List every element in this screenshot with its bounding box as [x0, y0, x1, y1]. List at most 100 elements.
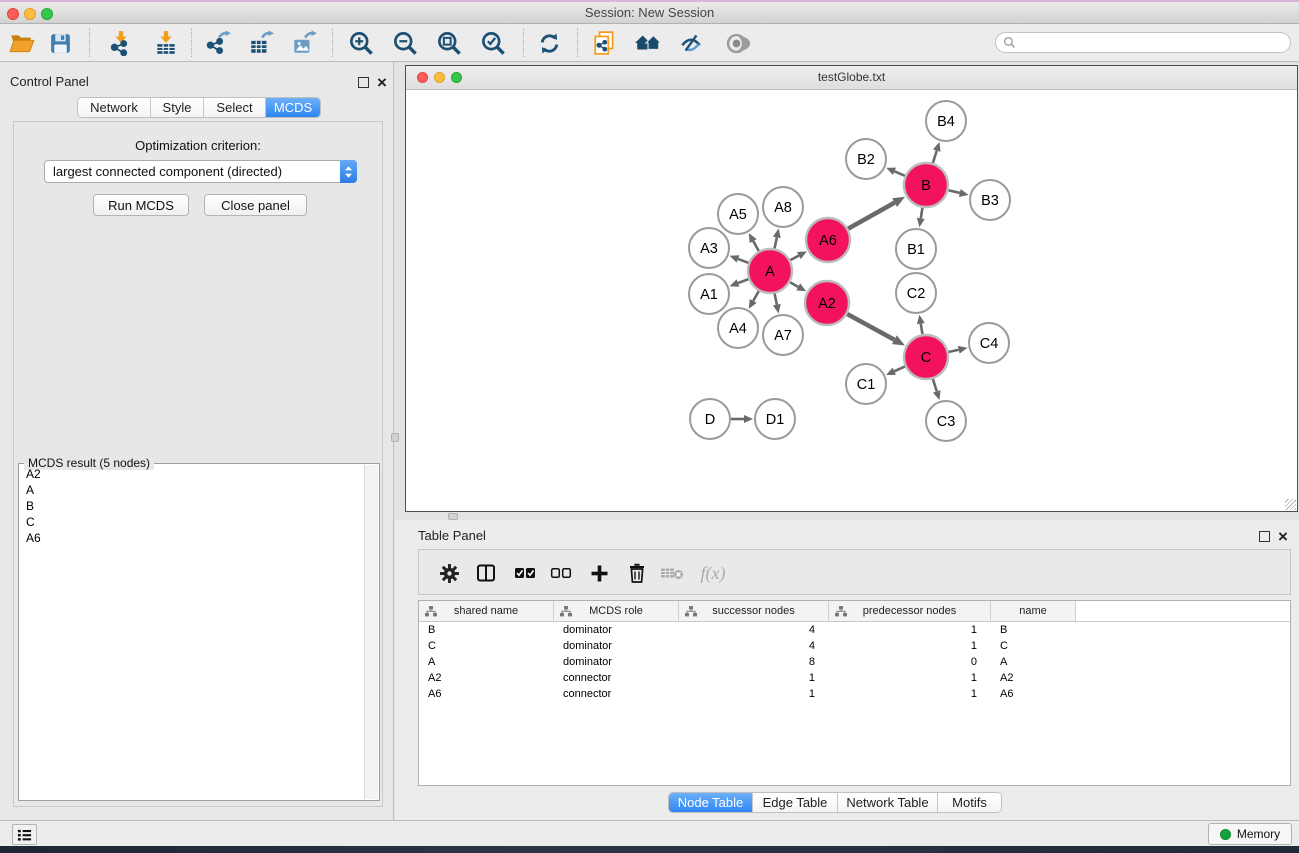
edge-B-B1[interactable] — [921, 208, 923, 219]
float-panel-button[interactable] — [358, 75, 369, 93]
float-table-panel-button[interactable] — [1259, 529, 1270, 547]
result-item[interactable]: A6 — [20, 530, 363, 546]
fx-icon: f(x) — [701, 563, 726, 584]
memory-button[interactable]: Memory — [1208, 823, 1292, 845]
table-settings-button[interactable] — [434, 558, 464, 588]
show-hide-button[interactable] — [719, 27, 753, 59]
table-row[interactable]: Adominator80A — [419, 654, 1290, 670]
edge-A-A5[interactable] — [753, 241, 759, 251]
edge-A6-B[interactable] — [848, 203, 895, 229]
network-list-button[interactable] — [12, 824, 37, 845]
network-window-titlebar[interactable]: testGlobe.txt — [406, 66, 1297, 90]
close-icon: × — [377, 73, 387, 92]
export-image-button[interactable] — [287, 27, 321, 59]
select-all-button[interactable] — [510, 558, 540, 588]
table-row[interactable]: Bdominator41B — [419, 622, 1290, 638]
edge-A-A6[interactable] — [790, 256, 799, 261]
cell-name: A — [991, 656, 1076, 668]
horizontal-splitter-grip[interactable] — [448, 513, 458, 520]
table-row[interactable]: A2connector11A2 — [419, 670, 1290, 686]
home-button[interactable] — [631, 27, 665, 59]
export-table-button[interactable] — [244, 27, 278, 59]
close-network-window-button[interactable] — [417, 72, 428, 83]
tab-motifs[interactable]: Motifs — [938, 793, 1001, 812]
unselect-all-button[interactable] — [546, 558, 576, 588]
column-header-MCDS-role[interactable]: MCDS role — [554, 601, 679, 621]
close-panel-action-button[interactable]: Close panel — [204, 194, 307, 216]
column-header-predecessor-nodes[interactable]: predecessor nodes — [829, 601, 991, 621]
delete-column-button[interactable] — [622, 558, 652, 588]
column-header-name[interactable]: name — [991, 601, 1076, 621]
run-mcds-button[interactable]: Run MCDS — [93, 194, 189, 216]
mcds-result-list[interactable]: A2ABCA6 — [20, 466, 363, 799]
close-table-panel-button[interactable]: × — [1278, 529, 1288, 547]
edge-C-C2[interactable] — [921, 324, 923, 335]
search-box[interactable] — [995, 32, 1291, 53]
node-table[interactable]: shared nameMCDS rolesuccessor nodesprede… — [418, 600, 1291, 786]
zoom-network-window-button[interactable] — [451, 72, 462, 83]
table-row[interactable]: Cdominator41C — [419, 638, 1290, 654]
edge-A-A8[interactable] — [775, 237, 777, 248]
edge-C-C4[interactable] — [948, 350, 958, 352]
open-session-button[interactable] — [5, 27, 39, 59]
zoom-fit-button[interactable] — [432, 27, 466, 59]
tab-style[interactable]: Style — [151, 98, 204, 117]
column-header-successor-nodes[interactable]: successor nodes — [679, 601, 829, 621]
minimize-network-window-button[interactable] — [434, 72, 445, 83]
criterion-dropdown[interactable]: largest connected component (directed) — [44, 160, 357, 183]
cell-name: A2 — [991, 672, 1076, 684]
trash-icon — [628, 563, 646, 583]
function-builder-button[interactable]: f(x) — [694, 558, 732, 588]
tab-node-table[interactable]: Node Table — [669, 793, 753, 812]
resize-grip-icon[interactable] — [1285, 499, 1296, 510]
show-column-button[interactable] — [471, 558, 501, 588]
search-input[interactable] — [1020, 36, 1290, 50]
hide-graphics-details-button[interactable] — [674, 27, 708, 59]
result-scrollbar[interactable] — [364, 465, 378, 799]
table-row[interactable]: A6connector11A6 — [419, 686, 1290, 702]
edge-A-A7[interactable] — [775, 294, 777, 305]
result-item[interactable]: A2 — [20, 466, 363, 482]
close-panel-button[interactable]: × — [377, 75, 387, 93]
close-window-button[interactable] — [7, 8, 19, 20]
zoom-window-button[interactable] — [41, 8, 53, 20]
save-session-button[interactable] — [43, 27, 77, 59]
vertical-splitter-grip[interactable] — [391, 433, 399, 442]
desktop-edge-bottom — [0, 846, 1299, 853]
zoom-in-button[interactable] — [344, 27, 378, 59]
edge-A-A4[interactable] — [753, 291, 759, 301]
column-header-shared-name[interactable]: shared name — [419, 601, 554, 621]
tab-select[interactable]: Select — [204, 98, 266, 117]
add-column-button[interactable] — [584, 558, 614, 588]
edge-A2-C[interactable] — [847, 314, 894, 340]
cell-shared-name: A — [419, 656, 554, 668]
refresh-button[interactable] — [532, 27, 566, 59]
minimize-window-button[interactable] — [24, 8, 36, 20]
cell-name: A6 — [991, 688, 1076, 700]
edge-C-C3[interactable] — [933, 379, 937, 391]
zoom-selected-button[interactable] — [476, 27, 510, 59]
tab-network[interactable]: Network — [78, 98, 151, 117]
import-network-button[interactable] — [104, 27, 138, 59]
edge-B-B4[interactable] — [933, 151, 937, 163]
zoom-out-button[interactable] — [388, 27, 422, 59]
result-item[interactable]: C — [20, 514, 363, 530]
new-session-from-network-button[interactable] — [588, 27, 622, 59]
edge-A-A3[interactable] — [738, 259, 748, 263]
tab-mcds[interactable]: MCDS — [266, 98, 320, 117]
tab-network-table[interactable]: Network Table — [838, 793, 938, 812]
network-canvas[interactable]: B4B2BB3A5A8A6A3B1AA1C2A2A4A7C4CC1C3DD1 — [406, 90, 1297, 511]
cell-predecessor-nodes: 0 — [829, 656, 991, 668]
result-item[interactable]: A — [20, 482, 363, 498]
edge-A-A1[interactable] — [738, 279, 748, 283]
destroy-table-button[interactable] — [657, 558, 687, 588]
result-item[interactable]: B — [20, 498, 363, 514]
import-table-button[interactable] — [149, 27, 183, 59]
edge-B-B2[interactable] — [894, 171, 904, 176]
edge-B-B3[interactable] — [948, 190, 959, 193]
edge-C-C1[interactable] — [894, 366, 905, 371]
export-network-button[interactable] — [201, 27, 235, 59]
optimization-criterion-label: Optimization criterion: — [14, 138, 382, 153]
edge-A-A2[interactable] — [790, 282, 798, 287]
tab-edge-table[interactable]: Edge Table — [753, 793, 838, 812]
